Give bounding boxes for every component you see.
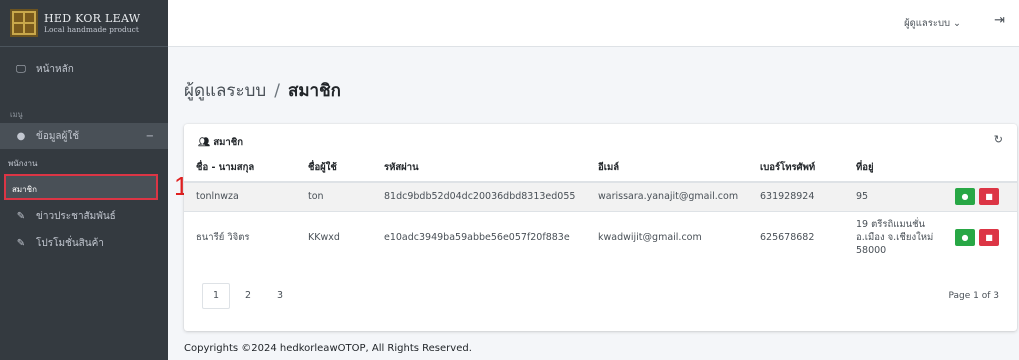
- edit-icon: ✎: [16, 237, 26, 249]
- page-button-1[interactable]: 1: [202, 283, 230, 309]
- cell-password: e10adc3949ba59abbe56e057f20f883e: [372, 210, 586, 264]
- cell-phone: 631928924: [748, 181, 844, 211]
- cell-username: KKwxd: [296, 210, 372, 264]
- refresh-icon[interactable]: ↻: [994, 133, 1003, 146]
- breadcrumb-parent[interactable]: ผู้ดูแลระบบ: [184, 81, 266, 101]
- breadcrumb-separator: /: [274, 81, 280, 101]
- sidebar-item-user-data[interactable]: ● ข้อมูลผู้ใช้ −: [0, 123, 168, 149]
- page-button-2[interactable]: 2: [234, 283, 262, 309]
- cell-phone: 625678682: [748, 210, 844, 264]
- delete-button[interactable]: ■: [979, 188, 999, 206]
- table-header-row: ชื่อ - นามสกุล ชื่อผู้ใช้ รหัสผ่าน อีเมล…: [184, 154, 1017, 183]
- sidebar-item-label: โปรโมชั่นสินค้า: [36, 237, 104, 249]
- sidebar-item-label: ข่าวประชาสัมพันธ์: [36, 210, 116, 222]
- eye-icon: ●: [961, 233, 969, 243]
- topbar: ผู้ดูแลระบบ ⌄ ⇥: [168, 0, 1019, 47]
- members-table: ชื่อ - นามสกุล ชื่อผู้ใช้ รหัสผ่าน อีเมล…: [184, 154, 1017, 264]
- cell-username: ton: [296, 181, 372, 211]
- column-header-email: อีเมล์: [586, 154, 748, 183]
- column-header-name: ชื่อ - นามสกุล: [184, 154, 296, 183]
- sidebar-item-label: สมาชิก: [12, 185, 37, 194]
- brand[interactable]: HED KOR LEAW Local handmade product: [0, 0, 168, 47]
- cell-address: 19 ตรีรถิแมนชั่น อ.เมือง จ.เชียงใหม่ 580…: [844, 210, 943, 264]
- column-header-actions: [943, 154, 1017, 183]
- delete-button[interactable]: ■: [979, 229, 999, 247]
- sidebar-subitem-staff[interactable]: พนักงาน: [8, 157, 37, 170]
- address-line: อ.เมือง จ.เชียงใหม่: [856, 232, 934, 244]
- brand-logo: [10, 9, 38, 37]
- column-header-password: รหัสผ่าน: [372, 154, 586, 183]
- cell-actions: ● ■: [943, 181, 1017, 211]
- cell-name: tonlnwza: [184, 181, 296, 211]
- sidebar-item-label: ข้อมูลผู้ใช้: [36, 130, 80, 142]
- sidebar: HED KOR LEAW Local handmade product 🖵 หน…: [0, 0, 168, 360]
- view-button[interactable]: ●: [955, 188, 975, 206]
- cell-name: ธนารีย์ วิจิตร: [184, 210, 296, 264]
- sidebar-header-menu: เมนู: [10, 110, 23, 119]
- user-circle-icon: ●: [16, 130, 26, 142]
- cell-address: 95: [844, 181, 943, 211]
- page-button-3[interactable]: 3: [266, 283, 294, 309]
- brand-subtitle: Local handmade product: [44, 24, 139, 34]
- table-row: ธนารีย์ วิจิตร KKwxd e10adc3949ba59abbe5…: [184, 210, 1017, 264]
- card-title-text: สมาชิก: [213, 137, 243, 148]
- eye-icon: ●: [961, 192, 969, 202]
- page-info: Page 1 of 3: [948, 291, 1000, 301]
- members-card: 👥︎ สมาชิก ↻ ชื่อ - นามสกุล ชื่อผู้ใช้ รห…: [184, 124, 1017, 331]
- address-line: 58000: [856, 245, 887, 257]
- card-header: 👥︎ สมาชิก ↻: [184, 124, 1017, 154]
- column-header-phone: เบอร์โทรศัพท์: [748, 154, 844, 183]
- footer-copyright: Copyrights ©2024 hedkorleawOTOP, All Rig…: [184, 343, 472, 354]
- trash-icon: ■: [985, 192, 993, 202]
- cell-email: warissara.yanajit@gmail.com: [586, 181, 748, 211]
- users-icon: 👥︎: [198, 137, 211, 148]
- address-line: 19 ตรีรถิแมนชั่น: [856, 219, 926, 231]
- cell-actions: ● ■: [943, 210, 1017, 264]
- cell-password: 81dc9bdb52d04dc20036dbd8313ed055: [372, 181, 586, 211]
- brand-title: HED KOR LEAW: [44, 11, 141, 25]
- breadcrumb: ผู้ดูแลระบบ / สมาชิก: [184, 77, 341, 104]
- cell-email: kwadwijit@gmail.com: [586, 210, 748, 264]
- pagination: 1 2 3: [202, 283, 298, 309]
- column-header-username: ชื่อผู้ใช้: [296, 154, 372, 183]
- breadcrumb-current: สมาชิก: [287, 81, 341, 101]
- trash-icon: ■: [985, 233, 993, 243]
- monitor-icon: 🖵: [16, 63, 26, 75]
- view-button[interactable]: ●: [955, 229, 975, 247]
- collapse-icon[interactable]: −: [146, 131, 154, 142]
- user-menu-dropdown[interactable]: ผู้ดูแลระบบ ⌄: [904, 16, 961, 31]
- edit-icon: ✎: [16, 210, 26, 222]
- sidebar-item-label: หน้าหลัก: [36, 63, 74, 75]
- sidebar-item-news[interactable]: ✎ ข่าวประชาสัมพันธ์: [0, 205, 168, 227]
- column-header-address: ที่อยู่: [844, 154, 943, 183]
- sidebar-subitem-members[interactable]: สมาชิก: [4, 174, 158, 200]
- sidebar-item-promotions[interactable]: ✎ โปรโมชั่นสินค้า: [0, 232, 168, 254]
- address-line: 95: [856, 191, 869, 203]
- logout-icon[interactable]: ⇥: [994, 13, 1005, 28]
- table-row: tonlnwza ton 81dc9bdb52d04dc20036dbd8313…: [184, 181, 1017, 211]
- card-title: 👥︎ สมาชิก: [198, 135, 243, 150]
- sidebar-item-home[interactable]: 🖵 หน้าหลัก: [0, 56, 168, 82]
